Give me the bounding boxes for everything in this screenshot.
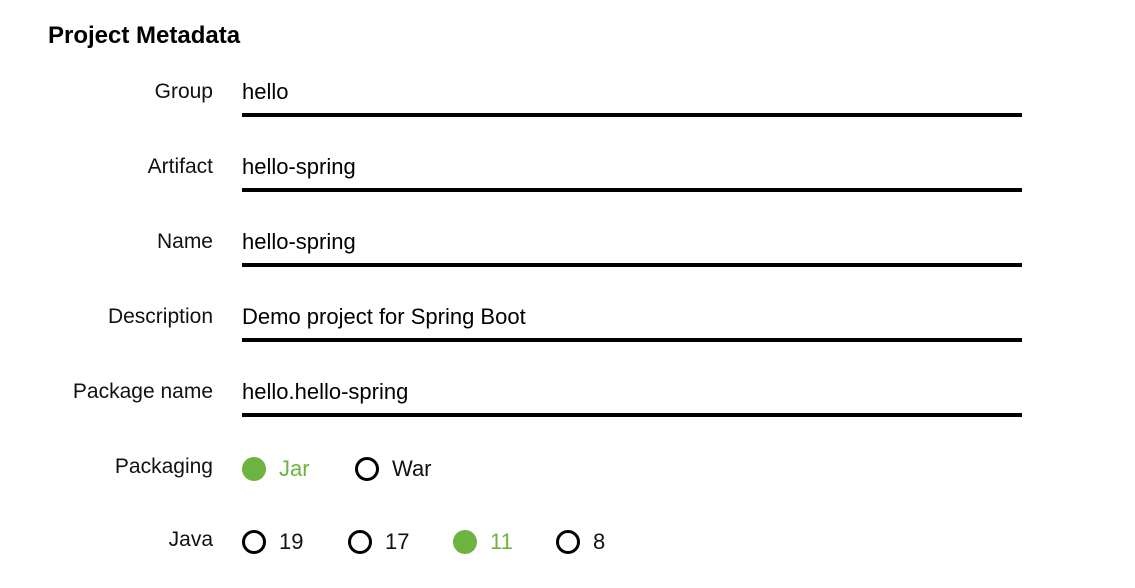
packaging-row: Packaging Jar War bbox=[0, 454, 1135, 494]
radio-unselected-icon[interactable] bbox=[355, 457, 379, 481]
package-name-label: Package name bbox=[72, 380, 213, 403]
packaging-option-label: Jar bbox=[279, 456, 310, 481]
java-option-19[interactable]: 19 bbox=[242, 527, 303, 557]
radio-selected-icon[interactable] bbox=[453, 530, 477, 554]
artifact-input[interactable] bbox=[242, 150, 1022, 184]
radio-selected-icon[interactable] bbox=[242, 457, 266, 481]
packaging-option-label: War bbox=[392, 456, 432, 481]
java-option-17[interactable]: 17 bbox=[348, 527, 409, 557]
packaging-option-jar[interactable]: Jar bbox=[242, 454, 310, 484]
java-option-label: 8 bbox=[593, 529, 606, 554]
artifact-label: Artifact bbox=[147, 155, 213, 178]
artifact-field bbox=[242, 150, 1022, 192]
java-row: Java 19 17 11 8 bbox=[0, 527, 1135, 567]
java-option-label: 19 bbox=[279, 529, 304, 554]
packaging-label: Packaging bbox=[114, 455, 213, 478]
name-input[interactable] bbox=[242, 225, 1022, 259]
name-field bbox=[242, 225, 1022, 267]
java-option-label: 17 bbox=[385, 529, 410, 554]
package-name-row: Package name bbox=[0, 375, 1135, 419]
java-option-label: 11 bbox=[490, 529, 513, 554]
description-label: Description bbox=[107, 305, 213, 328]
name-row: Name bbox=[0, 225, 1135, 269]
group-label: Group bbox=[154, 80, 213, 103]
java-label: Java bbox=[168, 528, 213, 551]
package-name-input[interactable] bbox=[242, 375, 1022, 409]
group-input[interactable] bbox=[242, 75, 1022, 109]
group-field bbox=[242, 75, 1022, 117]
radio-unselected-icon[interactable] bbox=[242, 530, 266, 554]
radio-unselected-icon[interactable] bbox=[348, 530, 372, 554]
description-input[interactable] bbox=[242, 300, 1022, 334]
java-option-11[interactable]: 11 bbox=[453, 527, 513, 557]
package-name-field bbox=[242, 375, 1022, 417]
group-row: Group bbox=[0, 75, 1135, 119]
java-option-8[interactable]: 8 bbox=[556, 527, 605, 557]
name-label: Name bbox=[156, 230, 213, 253]
radio-unselected-icon[interactable] bbox=[556, 530, 580, 554]
packaging-option-war[interactable]: War bbox=[355, 454, 432, 484]
description-field bbox=[242, 300, 1022, 342]
section-title: Project Metadata bbox=[48, 22, 241, 49]
description-row: Description bbox=[0, 300, 1135, 344]
artifact-row: Artifact bbox=[0, 150, 1135, 194]
